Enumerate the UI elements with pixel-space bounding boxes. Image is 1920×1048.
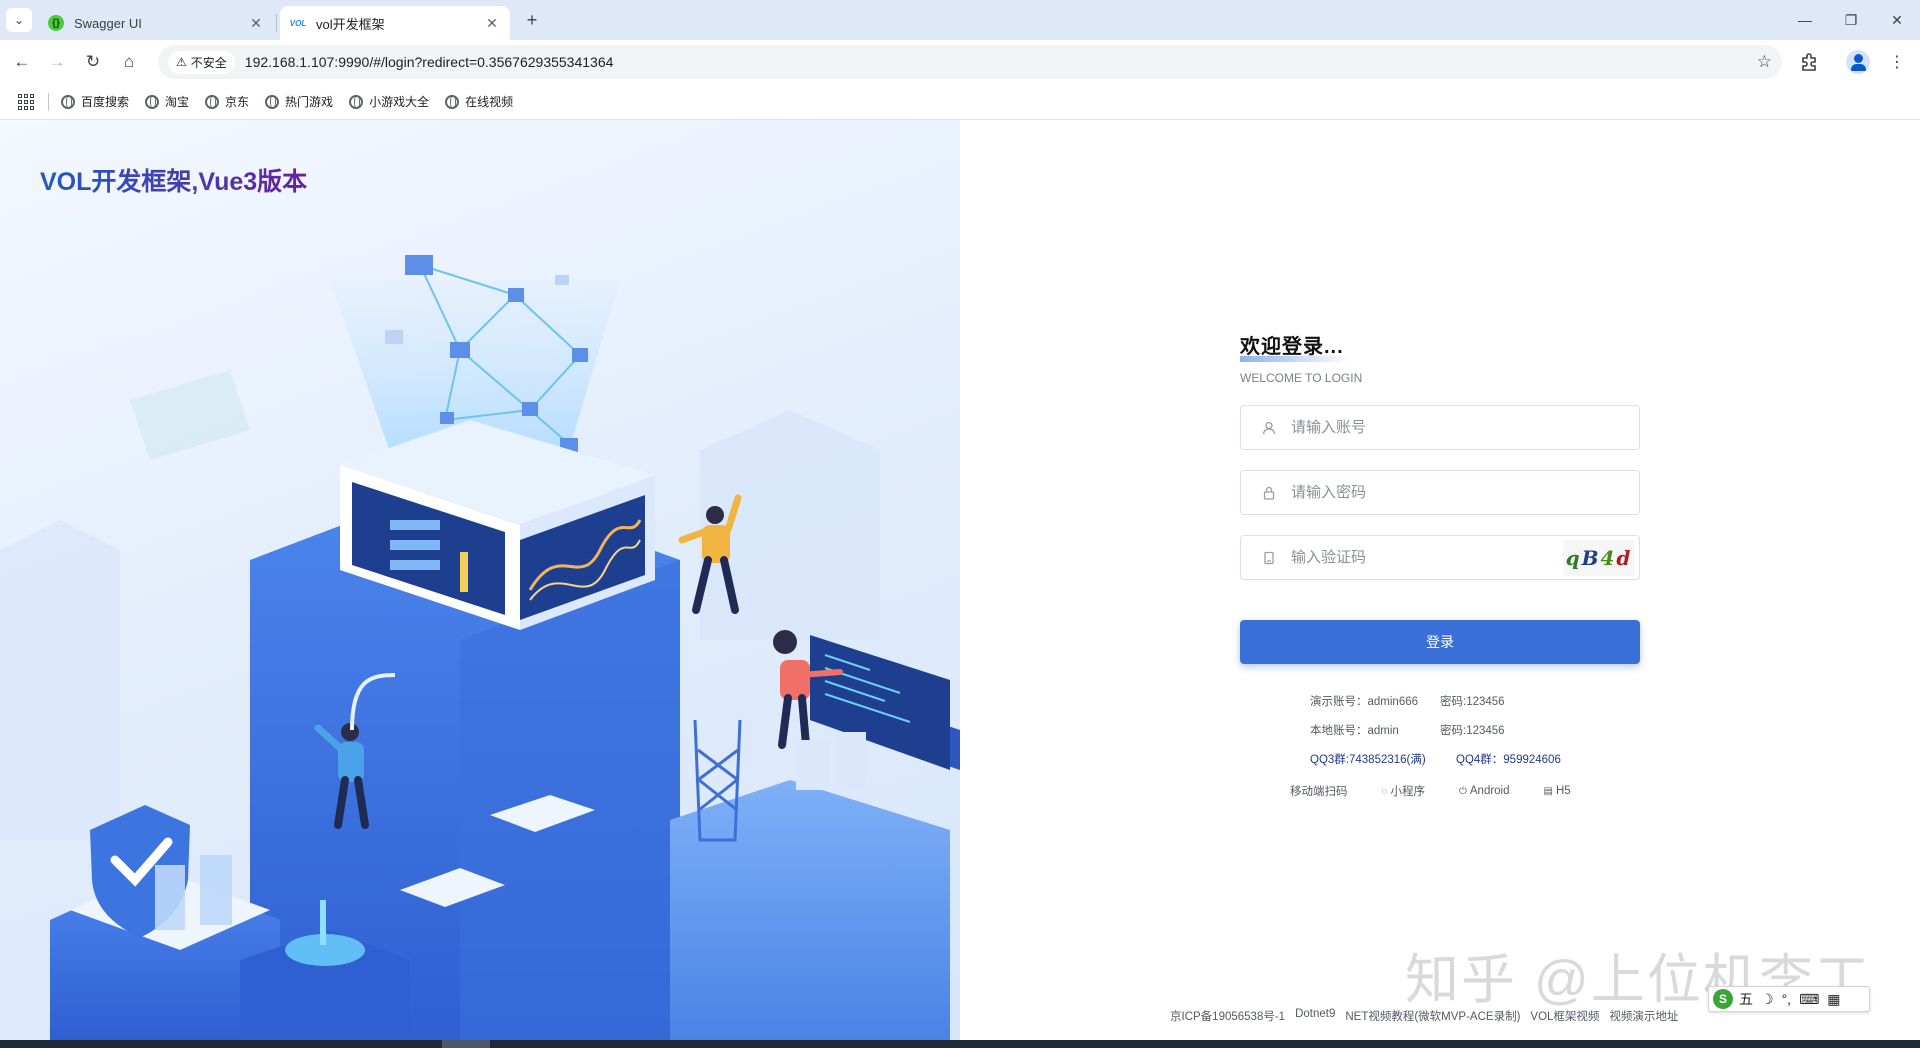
lock-icon	[1261, 485, 1277, 501]
more-menu-icon[interactable]: ⋮	[1882, 47, 1912, 77]
moon-icon[interactable]: ☽	[1761, 991, 1774, 1008]
tab-strip: ⌄ {} Swagger UI ✕ VOL vol开发框架 ✕ + — ❐ ✕	[0, 0, 1920, 40]
vol-video-link[interactable]: VOL框架视频	[1530, 1008, 1599, 1024]
password-input[interactable]	[1291, 472, 1639, 513]
new-tab-button[interactable]: +	[520, 8, 544, 32]
bookmark-item[interactable]: 淘宝	[145, 93, 189, 110]
chat-bubble-icon: ◌	[1381, 785, 1388, 797]
grid-icon[interactable]: ▦	[1827, 991, 1840, 1008]
username-field[interactable]	[1240, 405, 1640, 450]
bookmark-item[interactable]: 小游戏大全	[349, 93, 429, 110]
background-panel	[130, 370, 250, 460]
login-page: VOL开发框架,Vue3版本 欢迎登录... WELCOME TO LOGIN …	[0, 120, 1920, 1040]
bookmark-item[interactable]: 热门游戏	[265, 93, 333, 110]
security-label: 不安全	[190, 55, 227, 70]
net-video-link[interactable]: NET视频教程(微软MVP-ACE录制)	[1345, 1008, 1520, 1024]
mobile-scan-link[interactable]: 移动端扫码	[1290, 783, 1348, 799]
username-input[interactable]	[1291, 407, 1639, 448]
taskbar-active-app[interactable]	[442, 1040, 490, 1048]
page-footer: 京ICP备19056538号-1 Dotnet9 NET视频教程(微软MVP-A…	[1170, 1008, 1688, 1024]
background-building	[0, 520, 120, 840]
reload-button[interactable]: ↻	[78, 47, 108, 77]
hero-illustration-panel: VOL开发框架,Vue3版本	[0, 120, 960, 1040]
vol-icon: VOL	[289, 18, 307, 28]
icp-link[interactable]: 京ICP备19056538号-1	[1170, 1008, 1285, 1024]
document-icon: ▤	[1543, 785, 1553, 797]
home-button[interactable]: ⌂	[114, 47, 144, 77]
local-account: 本地账号：admin	[1310, 725, 1399, 737]
h5-link[interactable]: ▤ H5	[1544, 783, 1571, 799]
mobile-apps: 移动端扫码 ◌ 小程序 ⏻ Android ▤ H5	[1240, 783, 1640, 799]
bookmarks-bar: 百度搜索 淘宝 京东 热门游戏 小游戏大全 在线视频	[0, 84, 1920, 120]
login-button[interactable]: 登录	[1240, 620, 1640, 664]
bookmark-divider	[48, 92, 49, 111]
ime-logo-icon: S	[1713, 989, 1733, 1009]
tab-title: Swagger UI	[74, 15, 142, 31]
right-server-building	[670, 780, 950, 1040]
star-icon[interactable]: ☆	[1757, 52, 1772, 72]
person-icon	[1853, 54, 1863, 63]
user-icon	[1261, 420, 1277, 436]
punctuation-icon[interactable]: °,	[1782, 991, 1792, 1007]
apps-grid-icon[interactable]	[18, 93, 34, 110]
qq3-group: QQ3群:743852316(满)	[1310, 754, 1426, 766]
qq4-group: QQ4群：959924606	[1456, 754, 1561, 766]
warning-icon: ⚠	[176, 55, 187, 69]
globe-icon	[61, 94, 75, 109]
tab-search-button[interactable]: ⌄	[6, 8, 32, 32]
login-form: 欢迎登录... WELCOME TO LOGIN qB4d 登录	[1240, 330, 1640, 799]
android-link[interactable]: ⏻ Android	[1459, 783, 1510, 799]
security-chip[interactable]: ⚠ 不安全	[168, 50, 235, 74]
url-text[interactable]: 192.168.1.107:9990/#/login?redirect=0.35…	[245, 54, 1757, 70]
minimize-button[interactable]: —	[1782, 0, 1828, 40]
captcha-icon	[1261, 550, 1277, 566]
globe-icon	[145, 94, 160, 109]
browser-toolbar: ← → ↻ ⌂ ⚠ 不安全 192.168.1.107:9990/#/login…	[0, 40, 1920, 84]
globe-icon	[349, 94, 364, 109]
chevron-down-icon: ⌄	[13, 13, 25, 27]
globe-icon	[445, 94, 460, 109]
dotnet9-link[interactable]: Dotnet9	[1295, 1008, 1335, 1024]
welcome-title: 欢迎登录...	[1240, 330, 1350, 362]
power-icon: ⏻	[1458, 785, 1467, 797]
demo-account: 演示账号：admin666	[1310, 696, 1419, 708]
tab-divider	[276, 14, 277, 32]
window-close-button[interactable]: ✕	[1874, 0, 1920, 40]
address-bar[interactable]: ⚠ 不安全 192.168.1.107:9990/#/login?redirec…	[158, 45, 1782, 79]
close-icon[interactable]: ✕	[484, 15, 500, 32]
demo-password: 密码:123456	[1440, 696, 1505, 708]
globe-icon	[265, 94, 280, 109]
mini-program-link[interactable]: ◌ 小程序	[1382, 783, 1425, 799]
captcha-image[interactable]: qB4d	[1563, 540, 1635, 576]
password-field[interactable]	[1240, 470, 1640, 515]
profile-avatar[interactable]	[1846, 50, 1870, 74]
captcha-field[interactable]: qB4d	[1240, 535, 1640, 580]
welcome-subtitle: WELCOME TO LOGIN	[1240, 371, 1363, 385]
ime-mode[interactable]: 五	[1739, 989, 1753, 1009]
swagger-icon: {}	[48, 15, 64, 31]
demo-accounts: 演示账号：admin666 密码:123456 本地账号：admin 密码:12…	[1240, 688, 1640, 775]
tab-title: vol开发框架	[316, 16, 385, 32]
back-button[interactable]: ←	[7, 47, 37, 77]
bookmark-item[interactable]: 在线视频	[445, 93, 513, 110]
keyboard-icon[interactable]: ⌨	[1799, 991, 1819, 1008]
os-taskbar	[0, 1040, 1920, 1048]
ime-toolbar[interactable]: S 五 ☽ °, ⌨ ▦	[1708, 986, 1870, 1012]
brand-title: VOL开发框架,Vue3版本	[40, 162, 307, 198]
isometric-server-illustration	[0, 255, 960, 1040]
tab-swagger[interactable]: {} Swagger UI ✕	[38, 6, 274, 40]
tab-vol[interactable]: VOL vol开发框架 ✕	[280, 6, 510, 40]
extensions-icon[interactable]	[1794, 47, 1824, 77]
demo-video-link[interactable]: 视频演示地址	[1609, 1008, 1678, 1024]
close-icon[interactable]: ✕	[248, 15, 264, 32]
local-password: 密码:123456	[1440, 725, 1505, 737]
restore-button[interactable]: ❐	[1828, 0, 1874, 40]
bookmark-item[interactable]: 百度搜索	[61, 93, 129, 110]
forward-button[interactable]: →	[42, 47, 72, 77]
globe-icon	[205, 94, 220, 109]
bookmark-item[interactable]: 京东	[205, 93, 249, 110]
